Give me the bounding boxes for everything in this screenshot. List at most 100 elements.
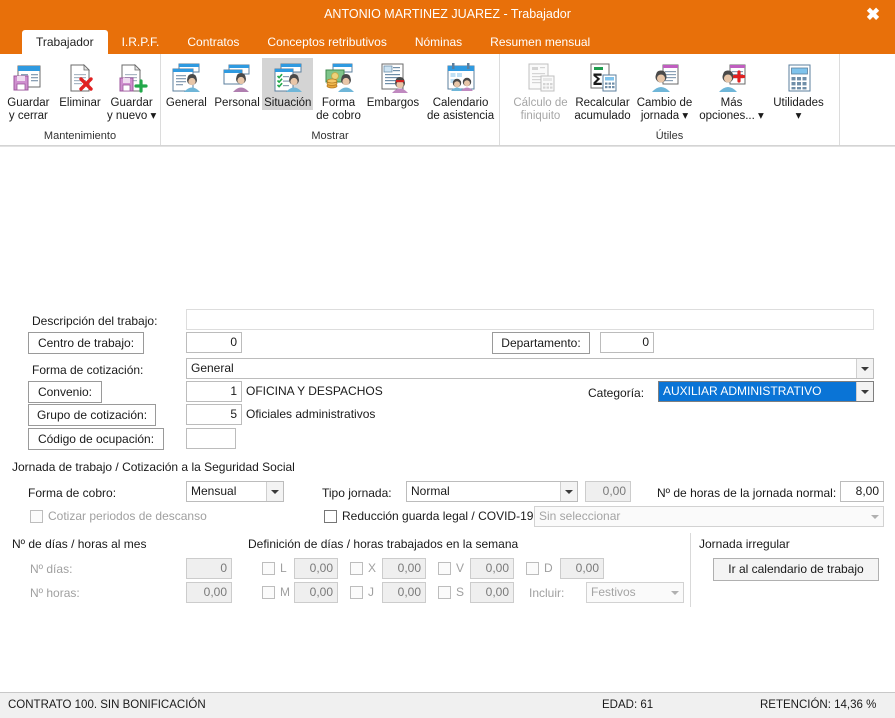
garnishment-icon (376, 61, 410, 95)
ribbon-group-mostrar: General Personal Situación Forma de cobr… (160, 54, 499, 145)
chevron-down-icon[interactable] (866, 507, 883, 526)
cotizar-periodos-descanso-label: Cotizar periodos de descanso (48, 509, 207, 523)
save-new-icon (115, 61, 149, 95)
reduccion-guarda-legal-checkbox[interactable]: Reducción guarda legal / COVID-19 (324, 509, 533, 523)
main-tab-bar: Trabajador I.R.P.F. Contratos Conceptos … (0, 28, 895, 54)
tab-resumen-mensual[interactable]: Resumen mensual (476, 30, 604, 54)
mas-opciones-label-1: Más (720, 97, 743, 109)
dia-L-hours-input: 0,00 (294, 558, 338, 579)
codigo-de-ocupacion-button[interactable]: Código de ocupación: (28, 428, 164, 450)
departamento-input[interactable]: 0 (600, 332, 654, 353)
situacion-button[interactable]: Situación (262, 58, 314, 110)
checkbox-box (262, 585, 275, 599)
n-horas-input: 0,00 (186, 582, 232, 603)
dia-S-checkbox[interactable]: S (438, 585, 464, 599)
general-button[interactable]: General (161, 58, 212, 110)
horas-jornada-normal-label: Nº de horas de la jornada normal: (657, 486, 837, 500)
centro-de-trabajo-input[interactable]: 0 (186, 332, 242, 353)
calculo-de-finiquito-label-1: Cálculo de (513, 97, 568, 109)
convenio-code-input[interactable]: 1 (186, 381, 242, 402)
personal-button[interactable]: Personal (212, 58, 263, 110)
grupo-de-cotizacion-button[interactable]: Grupo de cotización: (28, 404, 156, 426)
dia-D-hours-input: 0,00 (560, 558, 604, 579)
attendance-calendar-icon (444, 61, 478, 95)
cambio-de-jornada-button[interactable]: Cambio de jornada ▾ (634, 58, 696, 122)
tipo-jornada-select[interactable]: Normal (406, 481, 578, 502)
calculo-de-finiquito-label-2: finiquito (520, 109, 561, 122)
dia-J-hours-input: 0,00 (382, 582, 426, 603)
departamento-button[interactable]: Departamento: (492, 332, 590, 354)
chevron-down-icon[interactable] (856, 359, 873, 378)
eliminar-label: Eliminar (59, 97, 101, 109)
utilidades-button[interactable]: Utilidades ▾ (768, 58, 830, 122)
utilities-icon (782, 61, 816, 95)
recalculate-icon: Σ (586, 61, 620, 95)
dia-X-hours-input: 0,00 (382, 558, 426, 579)
tipo-jornada-label: Tipo jornada: (322, 486, 392, 500)
situacion-label: Situación (264, 97, 312, 109)
codigo-de-ocupacion-input[interactable] (186, 428, 236, 449)
status-contrato: CONTRATO 100. SIN BONIFICACIÓN (8, 699, 206, 711)
grupo-de-cotizacion-code-input[interactable]: 5 (186, 404, 242, 425)
dia-J-label: J (368, 585, 374, 599)
reduccion-guarda-legal-value: Sin seleccionar (539, 509, 621, 523)
horas-jornada-normal-input[interactable]: 8,00 (840, 481, 884, 502)
tab-contratos[interactable]: Contratos (173, 30, 253, 54)
dia-V-checkbox[interactable]: V (438, 561, 464, 575)
categoria-select[interactable]: AUXILIAR ADMINISTRATIVO (658, 381, 874, 402)
guardar-y-nuevo-button[interactable]: Guardar y nuevo ▾ (103, 58, 160, 122)
checkbox-box (350, 585, 363, 599)
guardar-y-cerrar-button[interactable]: Guardar y cerrar (0, 58, 57, 122)
incluir-label: Incluir: (529, 586, 565, 600)
dia-D-checkbox[interactable]: D (526, 561, 553, 575)
eliminar-button[interactable]: Eliminar (57, 58, 103, 110)
status-bar: CONTRATO 100. SIN BONIFICACIÓN EDAD: 61 … (0, 692, 895, 718)
personal-label: Personal (214, 97, 260, 109)
semana-title: Definición de días / horas trabajados en… (248, 537, 519, 551)
descripcion-trabajo-input[interactable] (186, 309, 874, 330)
ir-al-calendario-de-trabajo-button[interactable]: Ir al calendario de trabajo (713, 558, 879, 581)
chevron-down-icon[interactable] (266, 482, 283, 501)
centro-de-trabajo-button[interactable]: Centro de trabajo: (28, 332, 144, 354)
tab-conceptos-retributivos[interactable]: Conceptos retributivos (253, 30, 400, 54)
chevron-down-icon[interactable] (666, 583, 683, 602)
dia-V-label: V (456, 561, 465, 575)
dia-M-checkbox[interactable]: M (262, 585, 290, 599)
checkbox-box (438, 585, 451, 599)
general-label: General (165, 97, 207, 109)
calendario-de-asistencia-button[interactable]: Calendario de asistencia (422, 58, 499, 122)
mas-opciones-button[interactable]: Más opciones... ▾ (696, 58, 768, 122)
recalcular-acumulado-label-2: acumulado (574, 109, 631, 122)
situation-icon (271, 61, 305, 95)
dia-X-checkbox[interactable]: X (350, 561, 376, 575)
tab-nominas[interactable]: Nóminas (401, 30, 476, 54)
forma-de-cobro-select[interactable]: Mensual (186, 481, 284, 502)
recalcular-acumulado-button[interactable]: Σ Recalcular acumulado (572, 58, 634, 122)
forma-de-cobro-value: Mensual (191, 484, 237, 498)
tab-irpf[interactable]: I.R.P.F. (108, 30, 174, 54)
forma-de-cotizacion-select[interactable]: General (186, 358, 874, 379)
forma-de-cobro-button[interactable]: Forma de cobro (313, 58, 364, 122)
chevron-down-icon[interactable] (856, 382, 873, 401)
dia-L-checkbox[interactable]: L (262, 561, 287, 575)
calculo-de-finiquito-button[interactable]: Cálculo de finiquito (510, 58, 572, 122)
close-icon[interactable]: ✖ (851, 0, 895, 28)
reduccion-guarda-legal-select[interactable]: Sin seleccionar (534, 506, 884, 527)
incluir-select[interactable]: Festivos (586, 582, 684, 603)
dias-horas-mes-title: Nº de días / horas al mes (12, 537, 147, 551)
general-card-icon (169, 61, 203, 95)
embargos-button[interactable]: Embargos (364, 58, 422, 110)
embargos-label: Embargos (366, 97, 420, 109)
dia-V-hours-input: 0,00 (470, 558, 514, 579)
dia-J-checkbox[interactable]: J (350, 585, 374, 599)
chevron-down-icon[interactable] (560, 482, 577, 501)
cotizar-periodos-descanso-checkbox[interactable]: Cotizar periodos de descanso (30, 509, 207, 523)
tipo-jornada-value: Normal (411, 484, 450, 498)
calendario-de-asistencia-label-2: de asistencia (426, 109, 495, 122)
convenio-button[interactable]: Convenio: (28, 381, 102, 403)
checkbox-box (350, 561, 363, 575)
checkbox-box (30, 509, 43, 523)
dia-M-hours-input: 0,00 (294, 582, 338, 603)
tab-trabajador[interactable]: Trabajador (22, 30, 108, 54)
n-dias-label: Nº días: (30, 562, 73, 576)
